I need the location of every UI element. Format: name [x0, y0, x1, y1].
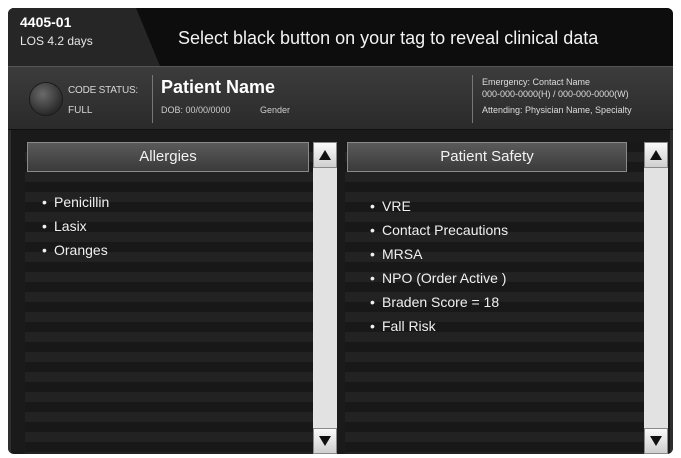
- bullet-icon: •: [370, 198, 375, 214]
- bullet-icon: •: [370, 246, 375, 262]
- room-tab: 4405-01 LOS 4.2 days: [8, 8, 168, 66]
- list-item: • Braden Score = 18: [370, 290, 508, 314]
- top-bar: 4405-01 LOS 4.2 days Select black button…: [8, 8, 673, 66]
- bullet-icon: •: [370, 222, 375, 238]
- divider: [152, 75, 153, 123]
- bullet-icon: •: [370, 318, 375, 334]
- patient-gender: Gender: [260, 105, 291, 115]
- emergency-phones: 000-000-0000(H) / 000-000-0000(W): [482, 89, 629, 99]
- triangle-up-icon: [650, 150, 662, 160]
- list-item-label: Fall Risk: [382, 318, 436, 334]
- list-item-label: VRE: [382, 198, 411, 214]
- list-item-label: Contact Precautions: [382, 222, 509, 238]
- patient-dob: DOB: 00/00/0000: [161, 105, 231, 115]
- room-number: 4405-01: [20, 14, 72, 30]
- instruction-text: Select black button on your tag to revea…: [178, 28, 599, 48]
- emergency-contact: Emergency: Contact Name: [482, 77, 591, 87]
- length-of-stay: LOS 4.2 days: [20, 34, 93, 48]
- scroll-track[interactable]: [644, 168, 668, 428]
- patient-safety-list: • VRE • Contact Precautions • MRSA • NPO (Or…: [370, 194, 508, 338]
- list-item: • MRSA: [370, 242, 508, 266]
- list-item-label: Penicillin: [54, 194, 110, 210]
- list-item-label: Oranges: [54, 242, 108, 258]
- bullet-icon: •: [42, 218, 47, 234]
- attending-physician: Attending: Physician Name, Specialty: [482, 105, 632, 115]
- allergies-list: • Penicillin • Lasix • Oranges: [42, 190, 109, 262]
- patient-safety-panel: Patient Safety • VRE • Contact Precautions…: [345, 142, 668, 454]
- list-item-label: MRSA: [382, 246, 423, 262]
- list-item: • NPO (Order Active ): [370, 266, 508, 290]
- list-item: • VRE: [370, 194, 508, 218]
- code-status-label: CODE STATUS:: [68, 85, 139, 96]
- list-item-label: NPO (Order Active ): [382, 270, 507, 286]
- allergies-panel: Allergies • Penicillin • Lasix • Oranges: [25, 142, 337, 454]
- bullet-icon: •: [42, 194, 47, 210]
- list-item: • Penicillin: [42, 190, 109, 214]
- allergies-scrollbar[interactable]: [313, 142, 337, 454]
- bullet-icon: •: [42, 242, 47, 258]
- divider: [472, 75, 473, 123]
- patient-safety-scrollbar[interactable]: [644, 142, 668, 454]
- list-item: • Oranges: [42, 238, 109, 262]
- patient-info-strip: CODE STATUS: FULL Patient Name DOB: 00/0…: [8, 66, 673, 130]
- list-item-label: Braden Score = 18: [382, 294, 500, 310]
- code-status-button[interactable]: [30, 83, 62, 115]
- bullet-icon: •: [370, 270, 375, 286]
- triangle-up-icon: [319, 150, 331, 160]
- code-status-value: FULL: [68, 105, 93, 116]
- triangle-down-icon: [319, 436, 331, 446]
- patient-name: Patient Name: [161, 77, 276, 97]
- scroll-down-button[interactable]: [313, 428, 337, 454]
- list-item: • Fall Risk: [370, 314, 508, 338]
- scroll-track[interactable]: [313, 168, 337, 428]
- triangle-down-icon: [650, 436, 662, 446]
- scroll-up-button[interactable]: [313, 142, 337, 168]
- patient-safety-header: Patient Safety: [347, 142, 627, 172]
- allergies-header: Allergies: [27, 142, 309, 172]
- scroll-up-button[interactable]: [644, 142, 668, 168]
- whiteboard-screen: 4405-01 LOS 4.2 days Select black button…: [8, 8, 673, 454]
- list-item: • Lasix: [42, 214, 109, 238]
- list-item: • Contact Precautions: [370, 218, 508, 242]
- bullet-icon: •: [370, 294, 375, 310]
- scroll-down-button[interactable]: [644, 428, 668, 454]
- list-item-label: Lasix: [54, 218, 87, 234]
